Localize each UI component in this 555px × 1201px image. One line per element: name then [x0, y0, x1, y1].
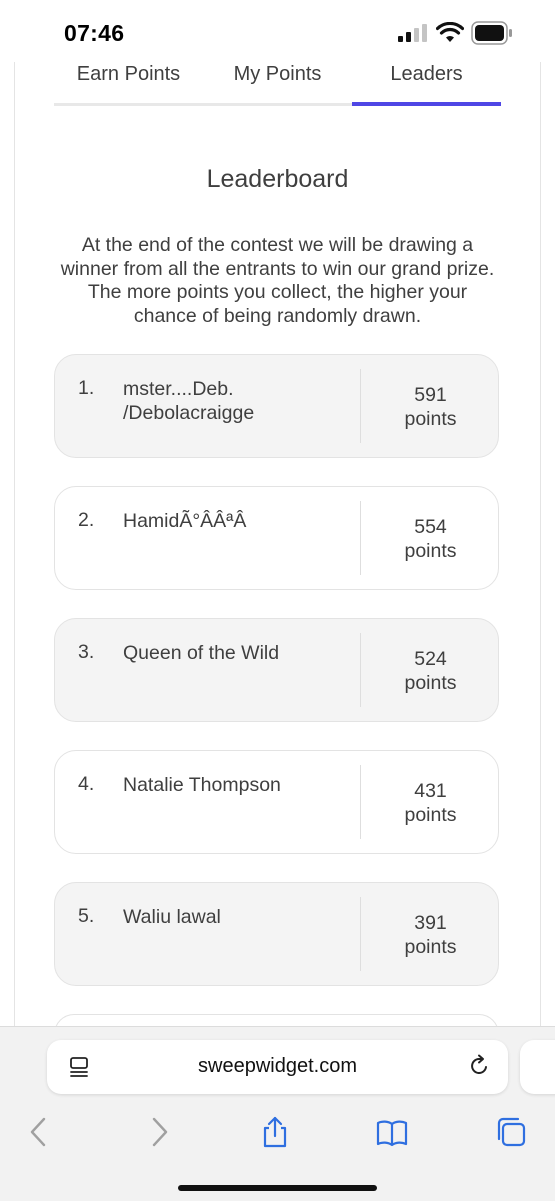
leaderboard-description: At the end of the contest we will be dra… [60, 234, 495, 327]
rank-number: 1. [78, 377, 95, 399]
leaderboard-row: 5. Waliu lawal 391 points [54, 882, 499, 986]
home-indicator [178, 1185, 377, 1191]
bookmarks-icon[interactable] [375, 1115, 409, 1149]
points-number: 524 [414, 648, 447, 670]
next-tab-preview[interactable] [520, 1040, 555, 1094]
entrant-name: mster....Deb. /Debolacraigge [123, 378, 255, 424]
points-value: 591 points [361, 383, 500, 431]
status-bar: 07:46 [0, 0, 555, 62]
rank-number: 2. [78, 509, 95, 531]
points-number: 591 [414, 384, 447, 406]
share-icon[interactable] [258, 1115, 292, 1149]
tab-my-points[interactable]: My Points [203, 62, 352, 104]
points-unit: points [404, 408, 457, 430]
rank-number: 4. [78, 773, 95, 795]
entrant-name: Waliu lawal [123, 906, 221, 928]
leaderboard-row: 1. mster....Deb. /Debolacraigge 591 poin… [54, 354, 499, 458]
cellular-signal-icon [398, 24, 427, 42]
status-time: 07:46 [64, 20, 125, 46]
tab-leaders[interactable]: Leaders [352, 62, 501, 104]
points-number: 431 [414, 780, 447, 802]
points-value: 524 points [361, 647, 500, 695]
entrant-name: Queen of the Wild [123, 642, 280, 664]
tab-active-indicator [352, 102, 501, 106]
points-value: 554 points [361, 515, 500, 563]
reload-icon[interactable] [467, 1054, 491, 1078]
points-value: 431 points [361, 779, 500, 827]
points-unit: points [404, 540, 457, 562]
tab-earn-points[interactable]: Earn Points [54, 62, 203, 104]
leaderboard-row: 3. Queen of the Wild 524 points [54, 618, 499, 722]
back-chevron-icon[interactable] [22, 1115, 56, 1149]
url-text[interactable]: sweepwidget.com [47, 1055, 508, 1078]
tab-bar: Earn Points My Points Leaders [54, 62, 501, 107]
entrant-name: Natalie Thompson [123, 774, 281, 796]
leaderboard-row: 2. HamidÃ°ÂÂªÂ 554 points [54, 486, 499, 590]
leaderboard-row: 4. Natalie Thompson 431 points [54, 750, 499, 854]
battery-icon [471, 21, 512, 45]
entrant-name: HamidÃ°ÂÂªÂ [123, 510, 247, 532]
wifi-icon [436, 22, 464, 42]
rank-number: 3. [78, 641, 95, 663]
page-title: Leaderboard [206, 165, 349, 193]
points-unit: points [404, 672, 457, 694]
rank-number: 5. [78, 905, 95, 927]
address-bar[interactable]: sweepwidget.com [47, 1040, 508, 1094]
points-unit: points [404, 804, 457, 826]
points-number: 391 [414, 912, 447, 934]
points-value: 391 points [361, 911, 500, 959]
points-unit: points [404, 936, 457, 958]
browser-toolbar: sweepwidget.com [0, 1026, 555, 1201]
points-number: 554 [414, 516, 447, 538]
tabs-icon[interactable] [494, 1115, 528, 1149]
forward-chevron-icon[interactable] [142, 1115, 176, 1149]
